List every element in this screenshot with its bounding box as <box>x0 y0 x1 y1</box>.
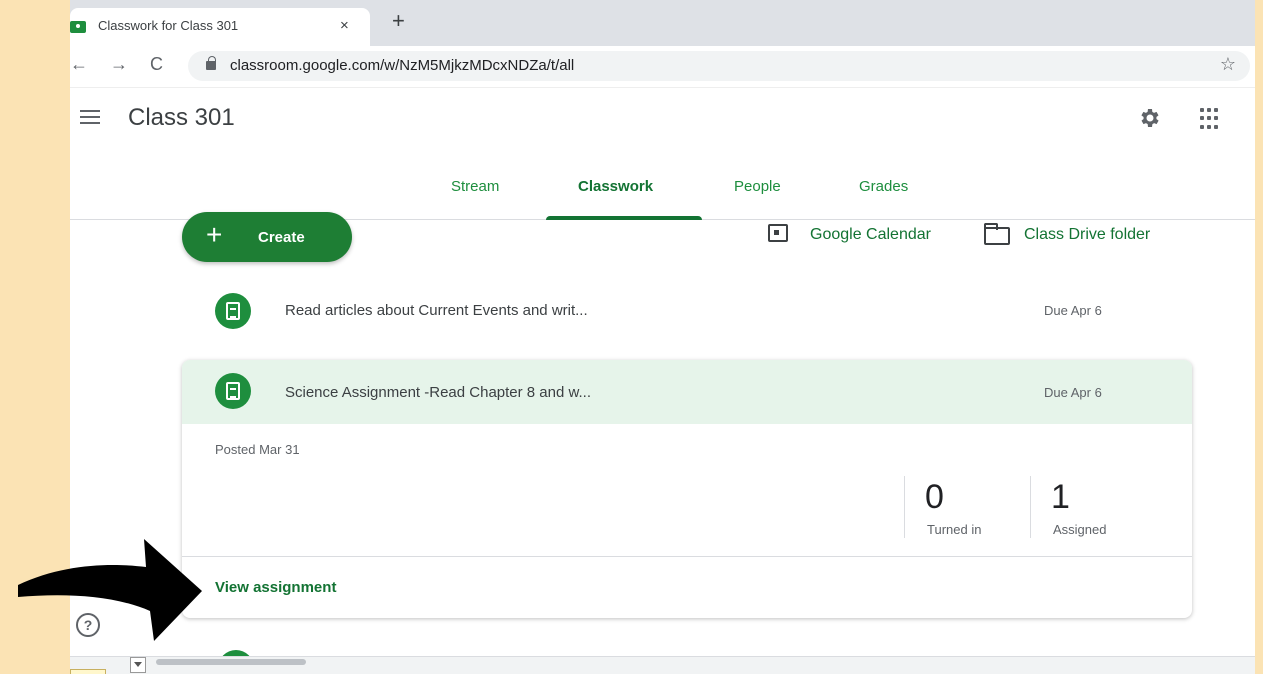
address-bar[interactable]: classroom.google.com/w/NzM5MjkzMDcxNDZa/… <box>188 51 1250 81</box>
hamburger-menu-icon[interactable] <box>80 110 100 126</box>
assignment-title: Read articles about Current Events and w… <box>285 302 588 319</box>
classroom-header: Class 301 Stream Classwork People Grades <box>70 88 1255 220</box>
browser-toolbar: ← → C classroom.google.com/w/NzM5MjkzMDc… <box>70 46 1255 88</box>
url-text[interactable]: classroom.google.com/w/NzM5MjkzMDcxNDZa/… <box>230 57 574 74</box>
turned-in-count: 0 <box>925 478 944 516</box>
tab-classwork[interactable]: Classwork <box>578 178 653 195</box>
classroom-favicon-icon <box>70 21 86 33</box>
browser-tab[interactable]: Classwork for Class 301 × <box>70 8 370 46</box>
bottom-scrollbar-area <box>70 656 1255 674</box>
create-label: Create <box>258 229 305 246</box>
lock-icon <box>206 56 216 70</box>
assigned-label: Assigned <box>1053 522 1107 537</box>
turned-in-stat[interactable]: 0 Turned in <box>904 476 1030 538</box>
horizontal-scrollbar[interactable] <box>156 659 306 665</box>
new-tab-button[interactable]: + <box>392 10 405 32</box>
google-calendar-label: Google Calendar <box>810 226 931 243</box>
page-title[interactable]: Class 301 <box>128 104 235 132</box>
pointer-arrow-icon <box>18 539 202 641</box>
plus-icon: + <box>206 219 223 250</box>
tab-title: Classwork for Class 301 <box>98 18 239 33</box>
tab-people[interactable]: People <box>734 178 781 195</box>
active-tab-indicator <box>546 216 702 220</box>
posted-date: Posted Mar 31 <box>215 442 300 457</box>
forward-arrow-icon[interactable]: → <box>110 54 128 75</box>
assignment-icon <box>215 373 251 409</box>
view-assignment-link[interactable]: View assignment <box>215 579 336 596</box>
assigned-count: 1 <box>1051 478 1070 516</box>
sheet-tab[interactable] <box>70 669 106 674</box>
back-arrow-icon[interactable]: ← <box>70 54 88 75</box>
tab-strip: Classwork for Class 301 × + <box>70 0 1255 46</box>
class-drive-folder-label: Class Drive folder <box>1024 226 1151 243</box>
assigned-stat[interactable]: 1 Assigned <box>1030 476 1150 538</box>
classwork-item[interactable]: Read articles about Current Events and w… <box>182 280 1192 342</box>
classwork-item-expanded[interactable]: Science Assignment -Read Chapter 8 and w… <box>182 360 1192 424</box>
folder-icon <box>984 223 1010 245</box>
close-tab-icon[interactable]: × <box>340 17 349 34</box>
tab-grades[interactable]: Grades <box>859 178 908 195</box>
due-date: Due Apr 6 <box>1044 303 1102 318</box>
tab-stream[interactable]: Stream <box>451 178 499 195</box>
due-date: Due Apr 6 <box>1044 385 1102 400</box>
google-apps-icon[interactable] <box>1200 108 1222 130</box>
calendar-icon <box>768 224 788 242</box>
reload-icon[interactable]: C <box>150 54 163 75</box>
assignment-icon <box>215 293 251 329</box>
assignment-title: Science Assignment -Read Chapter 8 and w… <box>285 384 592 401</box>
expanded-assignment-card: Science Assignment -Read Chapter 8 and w… <box>182 360 1192 618</box>
turned-in-label: Turned in <box>927 522 982 537</box>
create-button[interactable]: + Create <box>182 212 352 262</box>
gear-icon[interactable] <box>1138 106 1162 130</box>
browser-window: Classwork for Class 301 × + ← → C classr… <box>70 0 1255 674</box>
bookmark-star-icon[interactable]: ☆ <box>1220 54 1236 75</box>
card-footer: View assignment <box>182 556 1192 618</box>
dropdown-arrow-icon[interactable] <box>130 657 146 673</box>
